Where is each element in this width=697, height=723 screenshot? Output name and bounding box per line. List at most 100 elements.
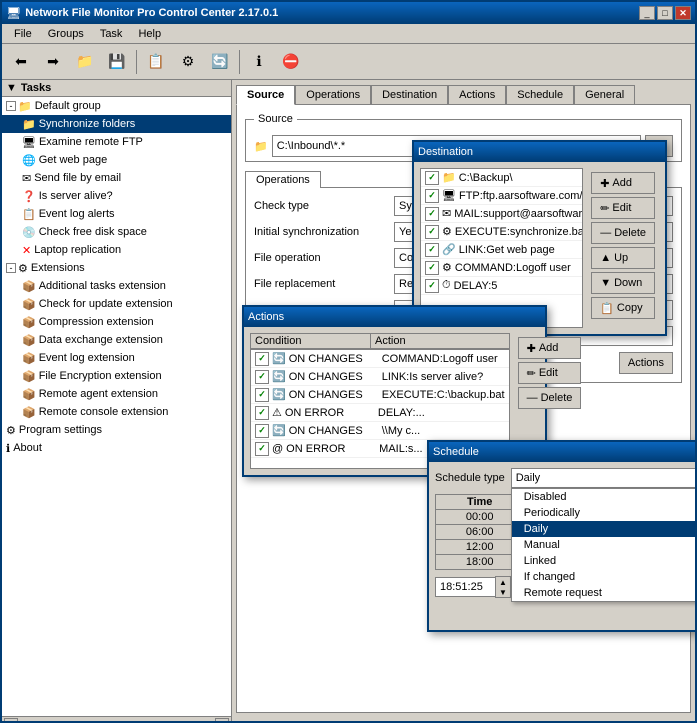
scroll-right-btn[interactable]: ▶ (215, 718, 229, 722)
tab-source[interactable]: Source (236, 85, 295, 105)
dest-item-1[interactable]: ✓ 🖥 FTP:ftp.aarsoftware.com/ (421, 187, 582, 205)
toolbar-stop[interactable]: ⛔ (276, 48, 306, 76)
dest-check-1[interactable]: ✓ (425, 189, 439, 203)
dropdown-disabled[interactable]: Disabled (512, 489, 695, 505)
action-item-2[interactable]: ✓ 🔄 ON CHANGES EXECUTE:C:\backup.bat (251, 386, 509, 404)
action-check-2[interactable]: ✓ (255, 388, 269, 402)
dest-check-6[interactable]: ✓ (425, 279, 439, 293)
action-check-5[interactable]: ✓ (255, 442, 269, 456)
dest-item-3[interactable]: ✓ ⚙ EXECUTE:synchronize.bat (421, 223, 582, 241)
schedule-type-select[interactable]: Daily ▼ (511, 468, 695, 488)
tree-item-encryption[interactable]: 📦 File Encryption extension (2, 367, 231, 385)
dest-item-5[interactable]: ✓ ⚙ COMMAND:Logoff user (421, 259, 582, 277)
action-item-0[interactable]: ✓ 🔄 ON CHANGES COMMAND:Logoff user (251, 350, 509, 368)
dest-copy-btn[interactable]: 📋 Copy (591, 297, 655, 319)
scroll-track[interactable] (20, 721, 213, 722)
tree-item-web-page[interactable]: 🌐 Get web page (2, 151, 231, 169)
tree-item-sync-folders[interactable]: 📁 Synchronize folders (2, 115, 231, 133)
tree-item-server-alive[interactable]: ❓ Is server alive? (2, 187, 231, 205)
menu-groups[interactable]: Groups (40, 27, 92, 41)
scroll-left-btn[interactable]: ◀ (4, 718, 18, 722)
actions-button[interactable]: Actions (619, 352, 673, 374)
dest-add-btn[interactable]: ✚ Add (591, 172, 655, 194)
dest-check-3[interactable]: ✓ (425, 225, 439, 239)
toolbar-forward[interactable]: ➡ (38, 48, 68, 76)
toolbar-refresh[interactable]: 🔄 (205, 48, 235, 76)
tree-item-compression[interactable]: 📦 Compression extension (2, 313, 231, 331)
action-check-0[interactable]: ✓ (255, 352, 269, 366)
action-check-4[interactable]: ✓ (255, 424, 269, 438)
tree-item-diskspace[interactable]: 💿 Check free disk space (2, 223, 231, 241)
time-input[interactable] (435, 577, 495, 597)
dest-check-0[interactable]: ✓ (425, 171, 439, 185)
tree-item-data-exchange[interactable]: 📦 Data exchange extension (2, 331, 231, 349)
action-item-4[interactable]: ✓ 🔄 ON CHANGES \\My c... (251, 422, 509, 440)
toolbar-info[interactable]: ℹ (244, 48, 274, 76)
dest-item-0[interactable]: ✓ 📁 C:\Backup\ (421, 169, 582, 187)
action-item-3[interactable]: ✓ ⚠ ON ERROR DELAY:... (251, 404, 509, 422)
dest-item-4[interactable]: ✓ 🔗 LINK:Get web page (421, 241, 582, 259)
maximize-button[interactable]: □ (657, 6, 673, 20)
menu-file[interactable]: File (6, 27, 40, 41)
tree-item-about[interactable]: ℹ About (2, 439, 231, 457)
tree-item-check-update[interactable]: 📦 Check for update extension (2, 295, 231, 313)
tree-item-remote-console[interactable]: 📦 Remote console extension (2, 403, 231, 421)
dropdown-linked[interactable]: Linked (512, 553, 695, 569)
dropdown-periodically[interactable]: Periodically (512, 505, 695, 521)
tab-actions[interactable]: Actions (448, 85, 506, 105)
tab-destination[interactable]: Destination (371, 85, 448, 105)
toolbar-copy[interactable]: 📋 (141, 48, 171, 76)
tab-schedule[interactable]: Schedule (506, 85, 574, 105)
dest-check-2[interactable]: ✓ (425, 207, 439, 221)
tree-item-examine-ftp[interactable]: 🖥 Examine remote FTP (2, 133, 231, 151)
tree-area[interactable]: - 📁 Default group 📁 Synchronize folders … (2, 97, 231, 716)
toolbar-folder[interactable]: 📁 (70, 48, 100, 76)
action-check-3[interactable]: ✓ (255, 406, 269, 420)
tree-item-remote-agent[interactable]: 📦 Remote agent extension (2, 385, 231, 403)
menu-help[interactable]: Help (130, 27, 169, 41)
tree-item-program-settings[interactable]: ⚙ Program settings (2, 421, 231, 439)
toolbar-save[interactable]: 💾 (102, 48, 132, 76)
tree-item-default-group[interactable]: - 📁 Default group (2, 97, 231, 115)
tree-item-extensions[interactable]: - ⚙ Extensions (2, 259, 231, 277)
dest-check-5[interactable]: ✓ (425, 261, 439, 275)
dest-delete-btn[interactable]: — Delete (591, 222, 655, 244)
dest-item-2[interactable]: ✓ ✉ MAIL:support@aarsoftware.com (421, 205, 582, 223)
dropdown-daily[interactable]: Daily (512, 521, 695, 537)
dropdown-remote-request[interactable]: Remote request (512, 585, 695, 601)
dest-item-6[interactable]: ✓ ⏱ DELAY:5 (421, 277, 582, 295)
tree-item-add-tasks[interactable]: 📦 Additional tasks extension (2, 277, 231, 295)
tree-label-eventlog: Event log alerts (39, 208, 115, 220)
dropdown-if-changed[interactable]: If changed (512, 569, 695, 585)
expander-extensions[interactable]: - (6, 263, 16, 273)
time-up-btn[interactable]: ▲ (496, 577, 510, 587)
menu-task[interactable]: Task (92, 27, 131, 41)
ops-tab-operations[interactable]: Operations (245, 171, 321, 188)
dropdown-manual[interactable]: Manual (512, 537, 695, 553)
dest-edit-btn[interactable]: ✏ Edit (591, 197, 655, 219)
dest-down-btn[interactable]: ▼ Down (591, 272, 655, 294)
tab-general[interactable]: General (574, 85, 635, 105)
tree-item-event-log[interactable]: 📋 Event log alerts (2, 205, 231, 223)
expander-default-group[interactable]: - (6, 101, 16, 111)
tree-scrollbar[interactable]: ◀ ▶ (2, 716, 231, 721)
time-down-btn[interactable]: ▼ (496, 587, 510, 597)
action-item-1[interactable]: ✓ 🔄 ON CHANGES LINK:Is server alive? (251, 368, 509, 386)
action-add-btn[interactable]: ✚ Add (518, 337, 582, 359)
action-delete-btn[interactable]: — Delete (518, 387, 582, 409)
destination-list[interactable]: ✓ 📁 C:\Backup\ ✓ 🖥 FTP:ftp.aarsoftware.c… (420, 168, 583, 328)
close-button[interactable]: ✕ (675, 6, 691, 20)
time-spinbox[interactable]: ▲ ▼ (435, 576, 511, 598)
toolbar-back[interactable]: ⬅ (6, 48, 36, 76)
action-edit-btn[interactable]: ✏ Edit (518, 362, 582, 384)
tree-item-eventlog-ext[interactable]: 📦 Event log extension (2, 349, 231, 367)
dest-check-4[interactable]: ✓ (425, 243, 439, 257)
tab-operations[interactable]: Operations (295, 85, 371, 105)
minimize-button[interactable]: _ (639, 6, 655, 20)
action-check-1[interactable]: ✓ (255, 370, 269, 384)
dest-up-btn[interactable]: ▲ Up (591, 247, 655, 269)
toolbar-settings[interactable]: ⚙ (173, 48, 203, 76)
tree-item-laptop[interactable]: ✕ Laptop replication (2, 241, 231, 259)
schedule-dropdown[interactable]: Disabled Periodically Daily Manual Linke… (511, 488, 695, 602)
tree-item-email[interactable]: ✉ Send file by email (2, 169, 231, 187)
